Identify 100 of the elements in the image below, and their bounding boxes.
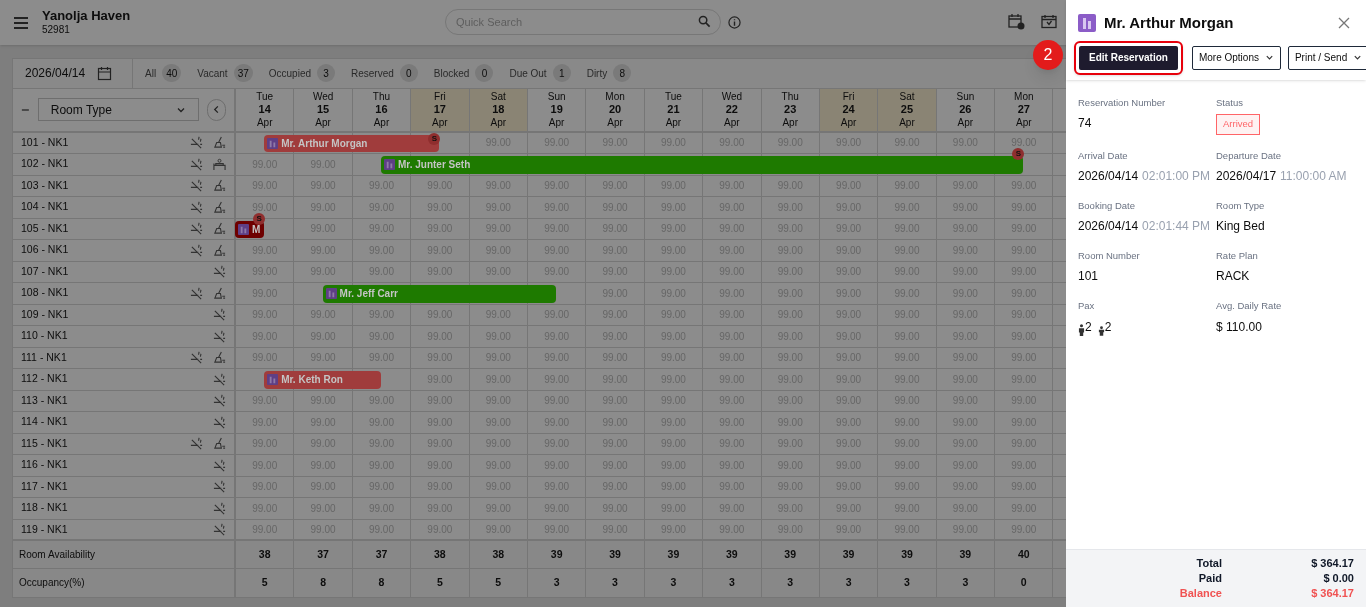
calendar-add-icon[interactable] — [1008, 13, 1025, 30]
dropdown-button[interactable]: More Options — [1191, 45, 1281, 70]
weekday-label: Wed — [721, 90, 742, 104]
totals-value: 39 — [784, 546, 797, 562]
field-label: Reservation Number — [1078, 96, 1167, 110]
room-label[interactable]: 115 - NK1 — [21, 435, 190, 452]
totals-value: 3 — [553, 575, 560, 591]
filter-label[interactable]: Occupied — [268, 65, 311, 81]
totals-value: 40 — [1017, 546, 1030, 562]
room-label[interactable]: 107 - NK1 — [21, 263, 213, 280]
room-label[interactable]: 106 - NK1 — [21, 242, 190, 259]
totals-value: 39 — [667, 546, 680, 562]
room-type-dropdown[interactable]: Room Type — [37, 98, 199, 122]
month-label: Apr — [548, 116, 565, 130]
previous-button[interactable] — [206, 98, 226, 121]
room-label[interactable]: 117 - NK1 — [21, 478, 213, 495]
totals-label: Occupancy(%) — [19, 576, 85, 591]
day-number: 18 — [492, 103, 505, 117]
time-value: 02:01:44 PM — [1142, 218, 1211, 235]
summary-label: Total — [1195, 556, 1222, 572]
room-label[interactable]: 105 - NK1 — [21, 220, 190, 237]
booking-bar[interactable]: M — [235, 220, 265, 239]
day-number: 23 — [784, 103, 797, 117]
building-icon — [1078, 14, 1096, 33]
field-label: Pax — [1078, 299, 1096, 314]
room-label[interactable]: 103 - NK1 — [21, 177, 190, 194]
count-badge: 1 — [552, 64, 571, 83]
month-label: Apr — [432, 116, 448, 130]
totals-value: 3 — [728, 575, 735, 591]
guest-name: Mr. Junter Seth — [398, 158, 471, 173]
field-label: Rate Plan — [1216, 249, 1259, 263]
weekday-label: Fri — [842, 90, 855, 104]
filter-label[interactable]: Dirty — [586, 65, 608, 81]
summary-value: $ 364.17 — [1310, 556, 1354, 572]
totals-label: Room Availability — [19, 548, 95, 562]
month-label: Apr — [665, 116, 682, 130]
guest-name: Mr. Arthur Morgan — [281, 136, 368, 151]
chevron-left-icon — [211, 105, 221, 115]
field-value: 101 — [1078, 268, 1099, 286]
filter-label[interactable]: Vacant — [197, 65, 228, 81]
room-label[interactable]: 112 - NK1 — [21, 371, 213, 388]
filter-label[interactable]: Reserved — [351, 65, 394, 81]
month-label: Apr — [957, 116, 974, 130]
info-icon[interactable] — [728, 16, 741, 29]
field-label: Departure Date — [1216, 148, 1282, 163]
caret-icon — [1264, 53, 1274, 62]
totals-value: 37 — [317, 546, 329, 562]
booking-bar[interactable]: Mr. Keth Ron — [264, 371, 381, 389]
dropdown-button[interactable]: Print / Send — [1287, 45, 1366, 70]
hotel-name: Yanolja Haven — [42, 8, 131, 25]
totals-value: 37 — [375, 546, 388, 562]
room-label[interactable]: 104 - NK1 — [21, 199, 190, 216]
day-number: 14 — [258, 103, 271, 117]
totals-value: 3 — [962, 575, 969, 591]
booking-bar[interactable]: Mr. Junter Seth — [381, 156, 1024, 174]
totals-value: 38 — [258, 546, 271, 562]
status-badge: S — [1012, 148, 1025, 161]
totals-value: 39 — [901, 546, 913, 562]
count-badge: 3 — [317, 64, 335, 83]
filter-label[interactable]: All — [145, 65, 157, 81]
filter-label[interactable]: Due Out — [509, 65, 547, 81]
totals-value: 39 — [842, 546, 855, 562]
room-label[interactable]: 110 - NK1 — [21, 328, 213, 345]
room-label[interactable]: 109 - NK1 — [21, 306, 213, 323]
field-value: King Bed — [1216, 218, 1265, 235]
room-label[interactable]: 113 - NK1 — [21, 392, 213, 409]
adult-count: 2 — [1085, 318, 1092, 336]
room-label[interactable]: 119 - NK1 — [21, 521, 213, 538]
search-icon[interactable] — [698, 15, 711, 28]
room-label[interactable]: 118 - NK1 — [21, 500, 213, 517]
building-icon — [325, 288, 337, 300]
time-value: 02:01:00 PM — [1142, 167, 1211, 185]
totals-value: 8 — [378, 575, 385, 591]
room-label[interactable]: 102 - NK1 — [21, 156, 190, 173]
edit-reservation-button[interactable]: Edit Reservation — [1074, 40, 1183, 75]
room-label[interactable]: 111 - NK1 — [21, 349, 190, 366]
month-label: Apr — [607, 116, 623, 130]
totals-value: 39 — [609, 546, 621, 562]
room-label[interactable]: 108 - NK1 — [21, 285, 190, 302]
month-label: Apr — [1016, 116, 1032, 130]
totals-value: 3 — [787, 575, 794, 591]
totals-value: 5 — [436, 575, 443, 591]
room-label[interactable]: 101 - NK1 — [21, 134, 190, 151]
totals-value: 3 — [845, 575, 852, 591]
count-badge: 8 — [613, 64, 632, 83]
weekday-label: Thu — [781, 90, 799, 104]
calendar-icon[interactable] — [97, 65, 113, 81]
room-label[interactable]: 116 - NK1 — [21, 457, 213, 474]
guest-name: Mr. Jeff Carr — [339, 287, 398, 302]
summary-value: $ 0.00 — [1322, 571, 1354, 587]
building-icon — [238, 223, 249, 235]
day-number: 26 — [959, 103, 972, 117]
close-icon[interactable] — [1338, 17, 1350, 30]
building-icon — [267, 374, 279, 386]
room-label[interactable]: 114 - NK1 — [21, 414, 213, 431]
filter-label[interactable]: Blocked — [433, 65, 470, 81]
day-number: 15 — [316, 103, 330, 117]
booking-bar[interactable]: Mr. Jeff Carr — [322, 285, 557, 303]
day-number: 17 — [433, 103, 446, 117]
calendar-check-icon[interactable] — [1041, 14, 1057, 29]
